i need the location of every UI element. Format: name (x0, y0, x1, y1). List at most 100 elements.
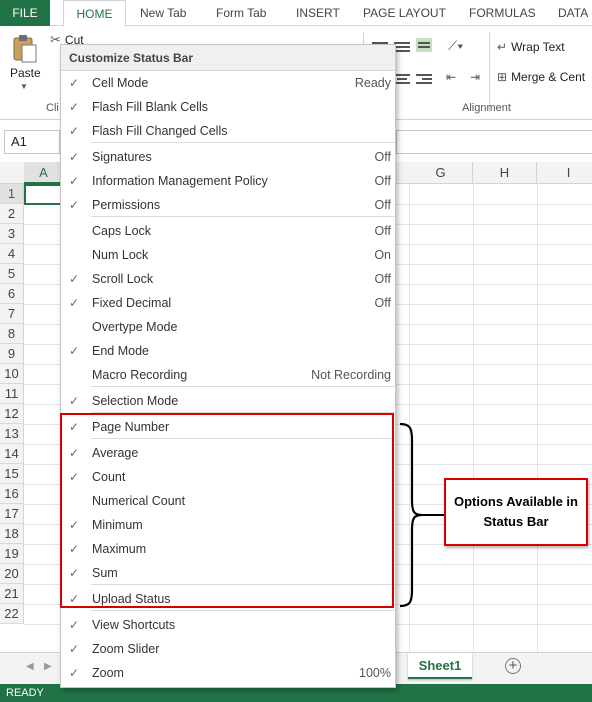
row-header[interactable]: 8 (0, 324, 24, 344)
menu-item-label: Zoom (92, 666, 124, 680)
wrap-text-button[interactable]: ↵ Wrap Text (497, 40, 565, 54)
menu-item-zoom-slider[interactable]: ✓ Zoom Slider (61, 637, 395, 661)
menu-item-label: Selection Mode (92, 394, 179, 408)
scroll-right-icon[interactable]: ▶ (44, 661, 52, 672)
align-bottom-icon[interactable] (416, 38, 432, 52)
paste-button[interactable]: Paste (10, 66, 41, 80)
menu-item-value: Off (374, 224, 391, 238)
menu-item-num-lock[interactable]: Num Lock On (61, 243, 395, 267)
merge-label: Merge & Cent (511, 70, 586, 84)
menu-item-permissions[interactable]: ✓ Permissions Off (61, 193, 395, 217)
highlight-box (60, 413, 394, 608)
menu-item-fixed-decimal[interactable]: ✓ Fixed Decimal Off (61, 291, 395, 315)
row-header[interactable]: 2 (0, 204, 24, 224)
ribbon-divider (489, 32, 490, 112)
column-header-h[interactable]: H (473, 162, 537, 184)
tab-data[interactable]: DATA (558, 0, 588, 26)
menu-title: Customize Status Bar (61, 45, 395, 71)
menu-item-value: Off (374, 296, 391, 310)
row-header[interactable]: 1 (0, 184, 24, 204)
menu-item-flash-fill-blank-cells[interactable]: ✓ Flash Fill Blank Cells (61, 95, 395, 119)
menu-item-label: Signatures (92, 150, 152, 164)
checkmark-icon: ✓ (69, 394, 80, 408)
row-header[interactable]: 15 (0, 464, 24, 484)
merge-center-button[interactable]: ⊞ Merge & Cent (497, 70, 585, 84)
curly-brace-icon (399, 422, 446, 608)
menu-item-caps-lock[interactable]: Caps Lock Off (61, 219, 395, 243)
row-header[interactable]: 22 (0, 604, 24, 624)
menu-item-overtype-mode[interactable]: Overtype Mode (61, 315, 395, 339)
menu-item-selection-mode[interactable]: ✓ Selection Mode (61, 389, 395, 413)
checkmark-icon: ✓ (69, 272, 80, 286)
menu-item-label: Macro Recording (92, 368, 188, 382)
row-header[interactable]: 7 (0, 304, 24, 324)
menu-item-zoom[interactable]: ✓ Zoom 100% (61, 661, 395, 685)
menu-item-value: Ready (354, 76, 391, 90)
tab-page-layout[interactable]: PAGE LAYOUT (363, 0, 446, 26)
ribbon-tab-bar: FILE HOME New Tab Form Tab INSERT PAGE L… (0, 0, 592, 27)
menu-item-label: Flash Fill Blank Cells (92, 100, 209, 114)
name-box[interactable]: A1 (4, 130, 60, 154)
tab-home[interactable]: HOME (63, 0, 126, 27)
row-header[interactable]: 13 (0, 424, 24, 444)
wrap-text-icon: ↵ (497, 40, 508, 54)
row-header[interactable]: 9 (0, 344, 24, 364)
align-right-icon[interactable] (416, 72, 432, 86)
checkmark-icon: ✓ (69, 76, 80, 90)
tab-new-tab[interactable]: New Tab (140, 0, 186, 26)
menu-item-value: Off (374, 198, 391, 212)
column-header-i[interactable]: I (537, 162, 592, 184)
active-cell[interactable] (24, 184, 64, 205)
row-header[interactable]: 5 (0, 264, 24, 284)
align-middle-icon[interactable] (394, 40, 410, 54)
column-header-a[interactable]: A (24, 162, 64, 184)
menu-item-information-management-policy[interactable]: ✓ Information Management Policy Off (61, 169, 395, 193)
row-header[interactable]: 21 (0, 584, 24, 604)
checkmark-icon: ✓ (69, 296, 80, 310)
row-header[interactable]: 12 (0, 404, 24, 424)
row-header[interactable]: 18 (0, 524, 24, 544)
checkmark-icon: ✓ (69, 198, 80, 212)
row-header[interactable]: 19 (0, 544, 24, 564)
orientation-icon[interactable]: ⟋▾ (448, 38, 463, 54)
checkmark-icon: ✓ (69, 100, 80, 114)
menu-item-label: View Shortcuts (92, 618, 176, 632)
align-center-icon[interactable] (394, 72, 410, 86)
menu-item-view-shortcuts[interactable]: ✓ View Shortcuts (61, 613, 395, 637)
tab-form-tab[interactable]: Form Tab (216, 0, 266, 26)
menu-item-macro-recording[interactable]: Macro Recording Not Recording (61, 363, 395, 387)
checkmark-icon: ✓ (69, 666, 80, 680)
checkmark-icon: ✓ (69, 344, 80, 358)
checkmark-icon: ✓ (69, 124, 80, 138)
sheet-tab-sheet1[interactable]: Sheet1 (408, 653, 472, 679)
menu-item-flash-fill-changed-cells[interactable]: ✓ Flash Fill Changed Cells (61, 119, 395, 143)
row-header[interactable]: 6 (0, 284, 24, 304)
row-header[interactable]: 10 (0, 364, 24, 384)
scroll-left-icon[interactable]: ◀ (26, 661, 34, 672)
add-sheet-icon[interactable]: + (505, 658, 521, 674)
decrease-indent-icon[interactable]: ⇤ (446, 70, 456, 84)
formula-input[interactable] (396, 130, 592, 154)
tab-insert[interactable]: INSERT (296, 0, 340, 26)
tab-formulas[interactable]: FORMULAS (469, 0, 536, 26)
menu-item-cell-mode[interactable]: ✓ Cell Mode Ready (61, 71, 395, 95)
row-header[interactable]: 3 (0, 224, 24, 244)
menu-item-label: Flash Fill Changed Cells (92, 124, 228, 138)
menu-item-end-mode[interactable]: ✓ End Mode (61, 339, 395, 363)
row-header[interactable]: 20 (0, 564, 24, 584)
chevron-down-icon[interactable]: ▼ (20, 82, 28, 91)
menu-item-value: Off (374, 272, 391, 286)
row-header[interactable]: 17 (0, 504, 24, 524)
row-header[interactable]: 16 (0, 484, 24, 504)
increase-indent-icon[interactable]: ⇥ (470, 70, 480, 84)
menu-item-label: Fixed Decimal (92, 296, 172, 310)
paste-icon[interactable] (12, 34, 38, 64)
menu-item-signatures[interactable]: ✓ Signatures Off (61, 145, 395, 169)
row-header[interactable]: 14 (0, 444, 24, 464)
column-header-g[interactable]: G (409, 162, 473, 184)
tab-file[interactable]: FILE (0, 0, 50, 26)
menu-item-scroll-lock[interactable]: ✓ Scroll Lock Off (61, 267, 395, 291)
row-header[interactable]: 11 (0, 384, 24, 404)
row-header[interactable]: 4 (0, 244, 24, 264)
menu-item-label: Permissions (92, 198, 161, 212)
